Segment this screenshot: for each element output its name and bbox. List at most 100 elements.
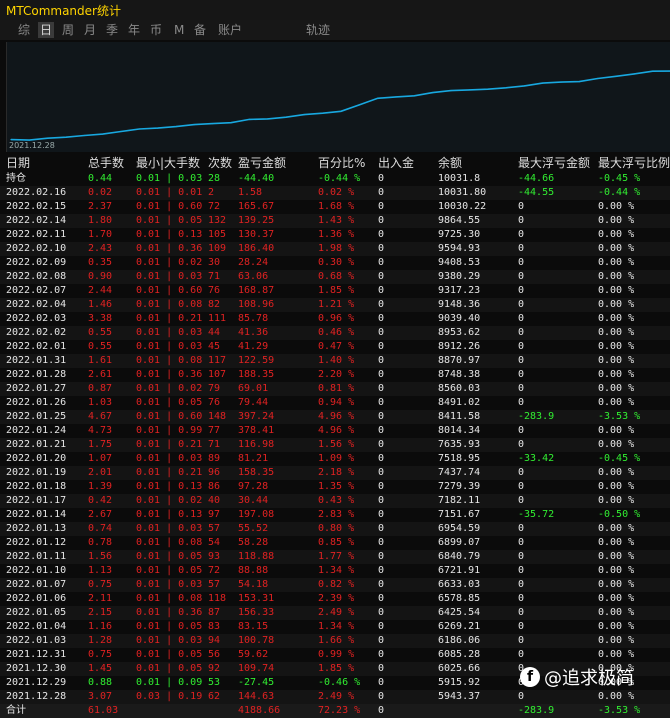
cell-pct: 0.80 % (318, 523, 355, 534)
table-row[interactable]: 2022.01.19 2.01 0.01 | 0.21 96 158.35 2.18 % 0… (0, 466, 670, 480)
tab-4[interactable]: 季 (104, 22, 120, 38)
cell-date: 2022.01.20 (6, 453, 67, 464)
cell-pl: 118.88 (238, 551, 275, 562)
col-header-1[interactable]: 总手数 (88, 156, 124, 170)
balance-point (505, 87, 507, 89)
cell-minmax: 0.01 | 0.03 (136, 635, 203, 646)
col-header-7[interactable]: 余额 (438, 156, 462, 170)
table-row[interactable]: 2022.01.14 2.67 0.01 | 0.13 97 197.08 2.83 % 0… (0, 508, 670, 522)
cell-flp: 0.00 % (598, 593, 635, 604)
cell-count: 40 (208, 495, 221, 506)
table-row[interactable]: 2022.01.25 4.67 0.01 | 0.60 148 397.24 4.96 %… (0, 410, 670, 424)
balance-point (230, 122, 232, 124)
table-row[interactable]: 2022.02.09 0.35 0.01 | 0.02 30 28.24 0.30 % 0 9… (0, 256, 670, 270)
table-row[interactable]: 2022.02.10 2.43 0.01 | 0.36 109 186.40 1.98 %… (0, 242, 670, 256)
cell-io: 0 (378, 341, 385, 352)
table-row[interactable]: 2022.02.07 2.44 0.01 | 0.60 76 168.87 1.85 % 0… (0, 284, 670, 298)
cell-count: 72 (208, 565, 221, 576)
holding-flp: -0.45 % (598, 173, 641, 184)
cell-bal: 6085.28 (438, 649, 481, 660)
cell-pct: 4.96 % (318, 425, 355, 436)
col-header-2[interactable]: 最小|大手数 (136, 156, 200, 170)
cell-flp: 0.00 % (598, 271, 635, 282)
footer-label: 合计 (6, 705, 26, 716)
table-row[interactable]: 2022.02.03 3.38 0.01 | 0.21 111 85.78 0.96 % 0… (0, 312, 670, 326)
cell-date: 2022.02.14 (6, 215, 67, 226)
table-row[interactable]: 2021.12.28 3.07 0.03 | 0.19 62 144.63 2.49 % 0… (0, 690, 670, 704)
col-header-6[interactable]: 出入金 (378, 156, 414, 170)
col-header-8[interactable]: 最大浮亏金额 (518, 156, 590, 170)
cell-pl: 139.25 (238, 215, 275, 226)
tab-9[interactable]: 账户 (216, 22, 244, 38)
cell-pl: 100.78 (238, 635, 275, 646)
cell-io: 0 (378, 495, 385, 506)
cell-flp: 0.00 % (598, 201, 635, 212)
cell-pl: 54.18 (238, 579, 269, 590)
table-row[interactable]: 2022.01.10 1.13 0.01 | 0.05 72 88.88 1.34 % 0 6… (0, 564, 670, 578)
col-header-9[interactable]: 最大浮亏比例 (598, 156, 670, 170)
cell-pl: 55.52 (238, 523, 269, 534)
table-row[interactable]: 2022.01.03 1.28 0.01 | 0.03 94 100.78 1.66 % 0… (0, 634, 670, 648)
table-row[interactable]: 2022.02.08 0.90 0.01 | 0.03 71 63.06 0.68 % 0 9… (0, 270, 670, 284)
table-row[interactable]: 2022.02.01 0.55 0.01 | 0.03 45 41.29 0.47 % 0 8… (0, 340, 670, 354)
table-row[interactable]: 2022.01.04 1.16 0.01 | 0.05 83 83.15 1.34 % 0 6… (0, 620, 670, 634)
table-row[interactable]: 2022.01.21 1.75 0.01 | 0.21 71 116.98 1.56 % 0… (0, 438, 670, 452)
tab-8[interactable]: 备 (192, 22, 208, 38)
cell-date: 2022.02.01 (6, 341, 67, 352)
holding-row: 持仓 0.44 0.01 | 0.03 28 -44.40 -0.44 % 0 10031.8… (0, 172, 670, 186)
table-row[interactable]: 2022.01.07 0.75 0.01 | 0.03 57 54.18 0.82 % 0 6… (0, 578, 670, 592)
balance-point (285, 116, 287, 118)
table-row[interactable]: 2022.01.12 0.78 0.01 | 0.08 54 58.28 0.85 % 0 6… (0, 536, 670, 550)
table-row[interactable]: 2022.02.02 0.55 0.01 | 0.03 44 41.36 0.46 % 0 8… (0, 326, 670, 340)
tab-5[interactable]: 年 (126, 22, 142, 38)
table-row[interactable]: 2022.01.18 1.39 0.01 | 0.13 86 97.28 1.35 % 0 7… (0, 480, 670, 494)
table-row[interactable]: 2022.02.11 1.70 0.01 | 0.13 105 130.37 1.36 %… (0, 228, 670, 242)
table-row[interactable]: 2022.01.20 1.07 0.01 | 0.03 89 81.21 1.09 % 0 7… (0, 452, 670, 466)
tab-3[interactable]: 月 (82, 22, 98, 38)
table-row[interactable]: 2022.02.15 2.37 0.01 | 0.60 72 165.67 1.68 % 0… (0, 200, 670, 214)
table-row[interactable]: 2021.12.31 0.75 0.01 | 0.05 56 59.62 0.99 % 0 6… (0, 648, 670, 662)
table-row[interactable]: 2022.02.14 1.80 0.01 | 0.05 132 139.25 1.43 %… (0, 214, 670, 228)
cell-io: 0 (378, 607, 385, 618)
tab-2[interactable]: 周 (60, 22, 76, 38)
cell-bal: 9380.29 (438, 271, 481, 282)
table-row[interactable]: 2022.01.24 4.73 0.01 | 0.99 77 378.41 4.96 % 0… (0, 424, 670, 438)
cell-lots: 1.28 (88, 635, 113, 646)
table-row[interactable]: 2022.02.04 1.46 0.01 | 0.08 82 108.96 1.21 % 0… (0, 298, 670, 312)
table-row[interactable]: 2022.01.05 2.15 0.01 | 0.36 87 156.33 2.49 % 0… (0, 606, 670, 620)
cell-pl: 58.28 (238, 537, 269, 548)
col-header-0[interactable]: 日期 (6, 156, 30, 170)
cell-fl: -283.9 (518, 411, 555, 422)
table-row[interactable]: 2022.01.06 2.11 0.01 | 0.08 118 153.31 2.39 %… (0, 592, 670, 606)
table-row[interactable]: 2022.01.27 0.87 0.01 | 0.02 79 69.01 0.81 % 0 8… (0, 382, 670, 396)
tab-10[interactable]: 轨迹 (304, 22, 332, 38)
cell-pct: 1.35 % (318, 481, 355, 492)
balance-point (193, 124, 195, 126)
col-header-5[interactable]: 百分比% (318, 156, 365, 170)
table-row[interactable]: 2022.02.16 0.02 0.01 | 0.01 2 1.58 0.02 % 0 100… (0, 186, 670, 200)
cell-flp: 0.00 % (598, 327, 635, 338)
col-header-3[interactable]: 次数 (208, 156, 232, 170)
cell-bal: 8748.38 (438, 369, 481, 380)
tab-1[interactable]: 日 (38, 22, 55, 38)
cell-io: 0 (378, 439, 385, 450)
table-row[interactable]: 2022.01.26 1.03 0.01 | 0.05 76 79.44 0.94 % 0 8… (0, 396, 670, 410)
cell-io: 0 (378, 579, 385, 590)
table-row[interactable]: 2022.01.17 0.42 0.01 | 0.02 40 30.44 0.43 % 0 7… (0, 494, 670, 508)
tab-7[interactable]: M (172, 22, 186, 38)
cell-lots: 0.90 (88, 271, 113, 282)
cell-fl: 0 (518, 621, 525, 632)
table-row[interactable]: 2022.01.11 1.56 0.01 | 0.05 93 118.88 1.77 % 0… (0, 550, 670, 564)
footer-fl: -283.9 (518, 705, 555, 716)
cell-fl: 0 (518, 425, 525, 436)
cell-bal: 6269.21 (438, 621, 481, 632)
table-row[interactable]: 2022.01.13 0.74 0.01 | 0.03 57 55.52 0.80 % 0 6… (0, 522, 670, 536)
balance-point (212, 123, 214, 125)
table-row[interactable]: 2022.01.31 1.61 0.01 | 0.08 117 122.59 1.40 %… (0, 354, 670, 368)
col-header-4[interactable]: 盈亏金额 (238, 156, 286, 170)
table-row[interactable]: 2022.01.28 2.61 0.01 | 0.36 107 188.35 2.20 %… (0, 368, 670, 382)
cell-count: 82 (208, 299, 221, 310)
cell-io: 0 (378, 621, 385, 632)
tab-6[interactable]: 币 (148, 22, 164, 38)
tab-0[interactable]: 综 (16, 22, 32, 38)
